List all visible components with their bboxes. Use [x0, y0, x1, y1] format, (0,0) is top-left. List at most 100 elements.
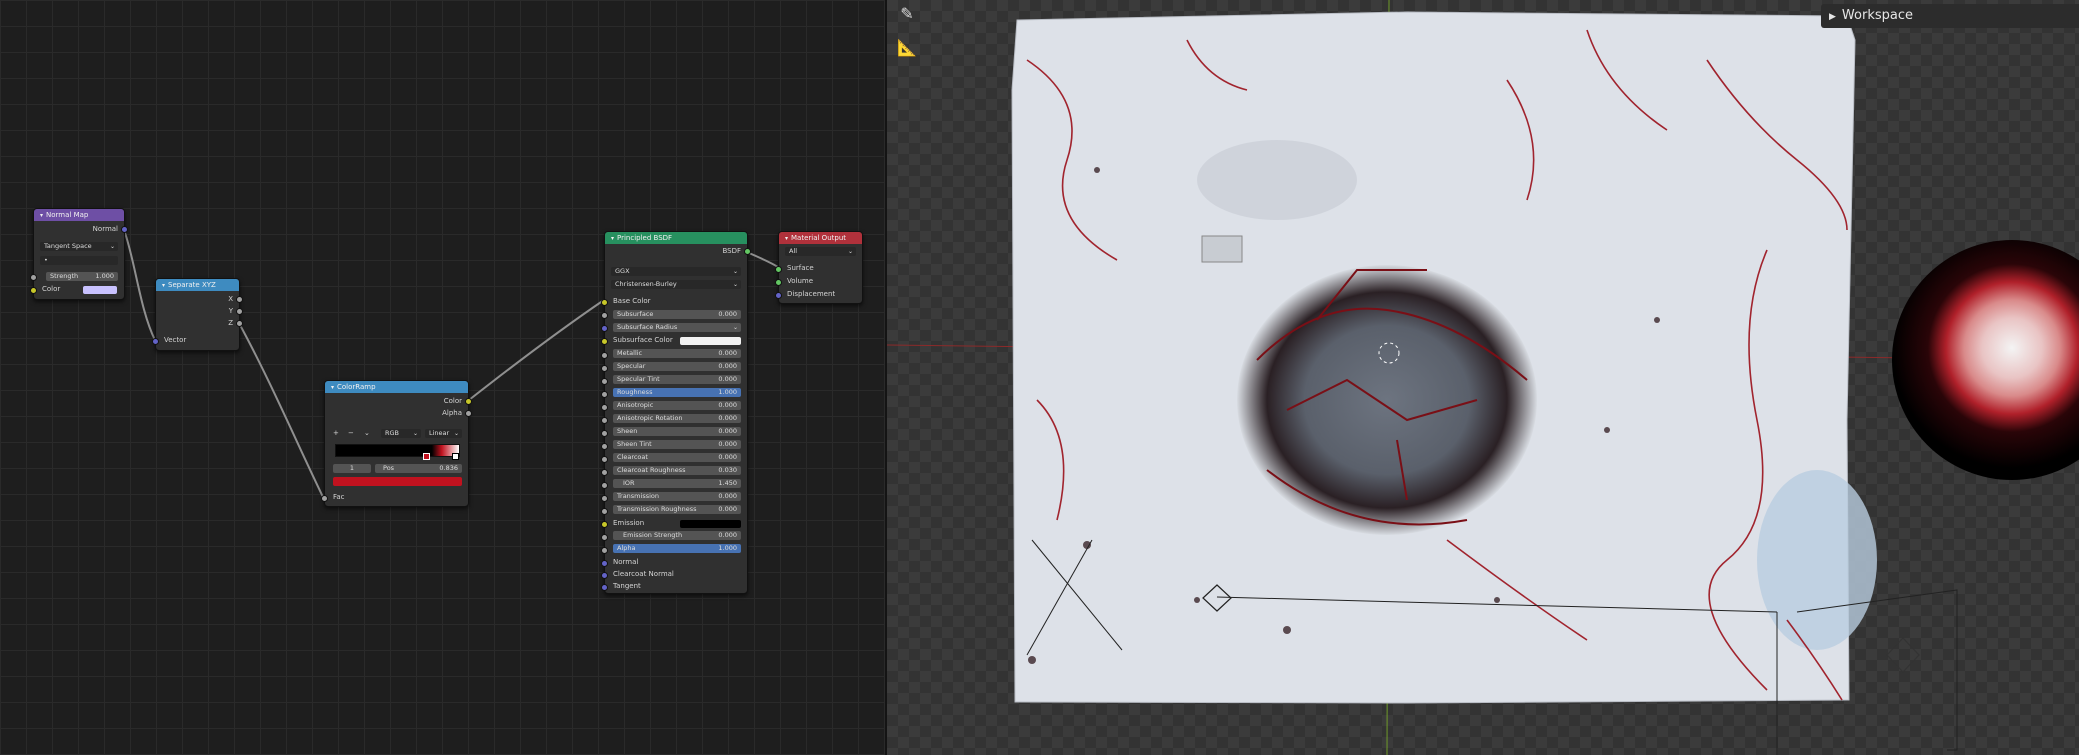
output-x-socket[interactable] — [236, 296, 243, 303]
input-specular-tint-socket[interactable] — [601, 378, 608, 385]
metallic-field[interactable]: Metallic 0.000 — [613, 349, 741, 358]
input-metallic-socket[interactable] — [601, 352, 608, 359]
subsurface-color-swatch[interactable] — [680, 337, 741, 345]
collapse-triangle-icon[interactable]: ▾ — [331, 382, 334, 393]
uv-map-field[interactable]: • — [40, 256, 118, 265]
anisotropic-rotation-field[interactable]: Anisotropic Rotation 0.000 — [613, 414, 741, 423]
remove-stop-button[interactable]: − — [348, 429, 354, 437]
transmission-roughness-field[interactable]: Transmission Roughness 0.000 — [613, 505, 741, 514]
input-specular-socket[interactable] — [601, 365, 608, 372]
input-subsurface-color-socket[interactable] — [601, 338, 608, 345]
input-clearcoat-roughness-socket[interactable] — [601, 469, 608, 476]
menu-chevron-icon[interactable]: ⌄ — [364, 429, 370, 437]
input-emission-strength-socket[interactable] — [601, 534, 608, 541]
measure-icon[interactable]: 📐 — [895, 36, 919, 60]
input-vector-socket[interactable] — [152, 338, 159, 345]
input-displacement-socket[interactable] — [775, 292, 782, 299]
annotate-icon[interactable]: ✎ — [895, 2, 919, 26]
emission-strength-field[interactable]: Emission Strength 0.000 — [613, 531, 741, 540]
anisotropic-field[interactable]: Anisotropic 0.000 — [613, 401, 741, 410]
node-header[interactable]: ▾ Principled BSDF — [605, 232, 747, 244]
input-anisotropic-rotation-socket[interactable] — [601, 417, 608, 424]
strength-field[interactable]: Strength 1.000 — [46, 272, 118, 281]
expand-triangle-icon[interactable]: ▶ — [1829, 12, 1836, 22]
node-title: ColorRamp — [337, 383, 376, 391]
node-header[interactable]: ▾ Material Output — [779, 232, 862, 244]
stop-index-field[interactable]: 1 — [333, 464, 371, 473]
ramp-stop-handle[interactable] — [452, 453, 459, 460]
sheen-field[interactable]: Sheen 0.000 — [613, 427, 741, 436]
input-strength-socket[interactable] — [30, 274, 37, 281]
node-header[interactable]: ▾ Normal Map — [34, 209, 124, 221]
color-ramp-gradient[interactable] — [335, 444, 460, 457]
output-z-socket[interactable] — [236, 320, 243, 327]
input-ior-socket[interactable] — [601, 482, 608, 489]
input-tangent-socket[interactable] — [601, 584, 608, 591]
input-sheen-tint-socket[interactable] — [601, 443, 608, 450]
emission-color-swatch[interactable] — [680, 520, 741, 528]
interpolation-dropdown[interactable]: Linear ⌄ — [425, 429, 462, 438]
input-base-color-socket[interactable] — [601, 299, 608, 306]
add-stop-button[interactable]: + — [333, 429, 339, 437]
transmission-field[interactable]: Transmission 0.000 — [613, 492, 741, 501]
shader-node-editor[interactable]: ▾ Normal Map Normal Tangent Space ⌄ • Stre… — [0, 0, 885, 755]
input-subsurface-radius-socket[interactable] — [601, 325, 608, 332]
collapse-triangle-icon[interactable]: ▾ — [40, 210, 43, 221]
node-header[interactable]: ▾ ColorRamp — [325, 381, 468, 393]
node-principled-bsdf[interactable]: ▾ Principled BSDF BSDF GGX ⌄ Christensen-B… — [601, 231, 751, 594]
node-material-output[interactable]: ▾ Material Output All ⌄ Surface Volume Dis… — [775, 231, 863, 304]
color-swatch[interactable] — [83, 286, 117, 294]
distribution-dropdown[interactable]: GGX ⌄ — [611, 267, 741, 276]
alpha-field[interactable]: Alpha 1.000 — [613, 544, 741, 553]
stop-position-field[interactable]: Pos 0.836 — [375, 464, 462, 473]
sheen-tint-field[interactable]: Sheen Tint 0.000 — [613, 440, 741, 449]
output-alpha-socket[interactable] — [465, 410, 472, 417]
node-color-ramp[interactable]: ▾ ColorRamp Color Alpha + − ⌄ RGB ⌄ Linear… — [321, 380, 472, 507]
stop-color-swatch[interactable] — [333, 477, 462, 486]
collapse-triangle-icon[interactable]: ▾ — [611, 233, 614, 244]
collapse-triangle-icon[interactable]: ▾ — [785, 233, 788, 244]
input-transmission-socket[interactable] — [601, 495, 608, 502]
input-sheen-socket[interactable] — [601, 430, 608, 437]
subsurface-radius-field[interactable]: Subsurface Radius ⌄ — [613, 323, 741, 332]
space-dropdown[interactable]: Tangent Space ⌄ — [40, 242, 118, 251]
input-fac-socket[interactable] — [321, 495, 328, 502]
input-clearcoat-normal-socket[interactable] — [601, 572, 608, 579]
ramp-stop-handle[interactable] — [423, 453, 430, 460]
subsurface-method-dropdown[interactable]: Christensen-Burley ⌄ — [611, 280, 741, 289]
input-clearcoat-socket[interactable] — [601, 456, 608, 463]
roughness-field[interactable]: Roughness 1.000 — [613, 388, 741, 397]
node-normal-map[interactable]: ▾ Normal Map Normal Tangent Space ⌄ • Stre… — [30, 208, 128, 300]
color-mode-dropdown[interactable]: RGB ⌄ — [381, 429, 421, 438]
clearcoat-field[interactable]: Clearcoat 0.000 — [613, 453, 741, 462]
target-dropdown[interactable]: All ⌄ — [785, 247, 856, 256]
input-emission-socket[interactable] — [601, 521, 608, 528]
input-surface-socket[interactable] — [775, 266, 782, 273]
input-roughness-socket[interactable] — [601, 391, 608, 398]
input-subsurface-socket[interactable] — [601, 312, 608, 319]
link-z-to-fac — [239, 324, 325, 500]
node-header[interactable]: ▾ Separate XYZ — [156, 279, 239, 291]
output-normal-socket[interactable] — [121, 226, 128, 233]
collapse-triangle-icon[interactable]: ▾ — [162, 280, 165, 291]
ior-field[interactable]: IOR 1.450 — [613, 479, 741, 488]
clearcoat-roughness-field[interactable]: Clearcoat Roughness 0.030 — [613, 466, 741, 475]
output-color-socket[interactable] — [465, 398, 472, 405]
node-separate-xyz[interactable]: ▾ Separate XYZ X Y Z Vector — [152, 278, 243, 351]
subsurface-field[interactable]: Subsurface 0.000 — [613, 310, 741, 319]
input-anisotropic-socket[interactable] — [601, 404, 608, 411]
output-bsdf-socket[interactable] — [744, 248, 751, 255]
specular-tint-field[interactable]: Specular Tint 0.000 — [613, 375, 741, 384]
specular-field[interactable]: Specular 0.000 — [613, 362, 741, 371]
input-color-socket[interactable] — [30, 287, 37, 294]
workspace-panel-tab[interactable]: ▶ Workspace — [1821, 4, 2079, 28]
sheen-value: 0.000 — [718, 427, 737, 435]
output-y-socket[interactable] — [236, 308, 243, 315]
metallic-label: Metallic — [617, 349, 643, 357]
input-transmission-roughness-socket[interactable] — [601, 508, 608, 515]
chevron-down-icon: ⌄ — [109, 243, 115, 250]
3d-viewport[interactable]: ✎ 📐 ▶ Workspace — [887, 0, 2079, 755]
input-volume-socket[interactable] — [775, 279, 782, 286]
input-alpha-socket[interactable] — [601, 547, 608, 554]
input-normal-socket[interactable] — [601, 560, 608, 567]
